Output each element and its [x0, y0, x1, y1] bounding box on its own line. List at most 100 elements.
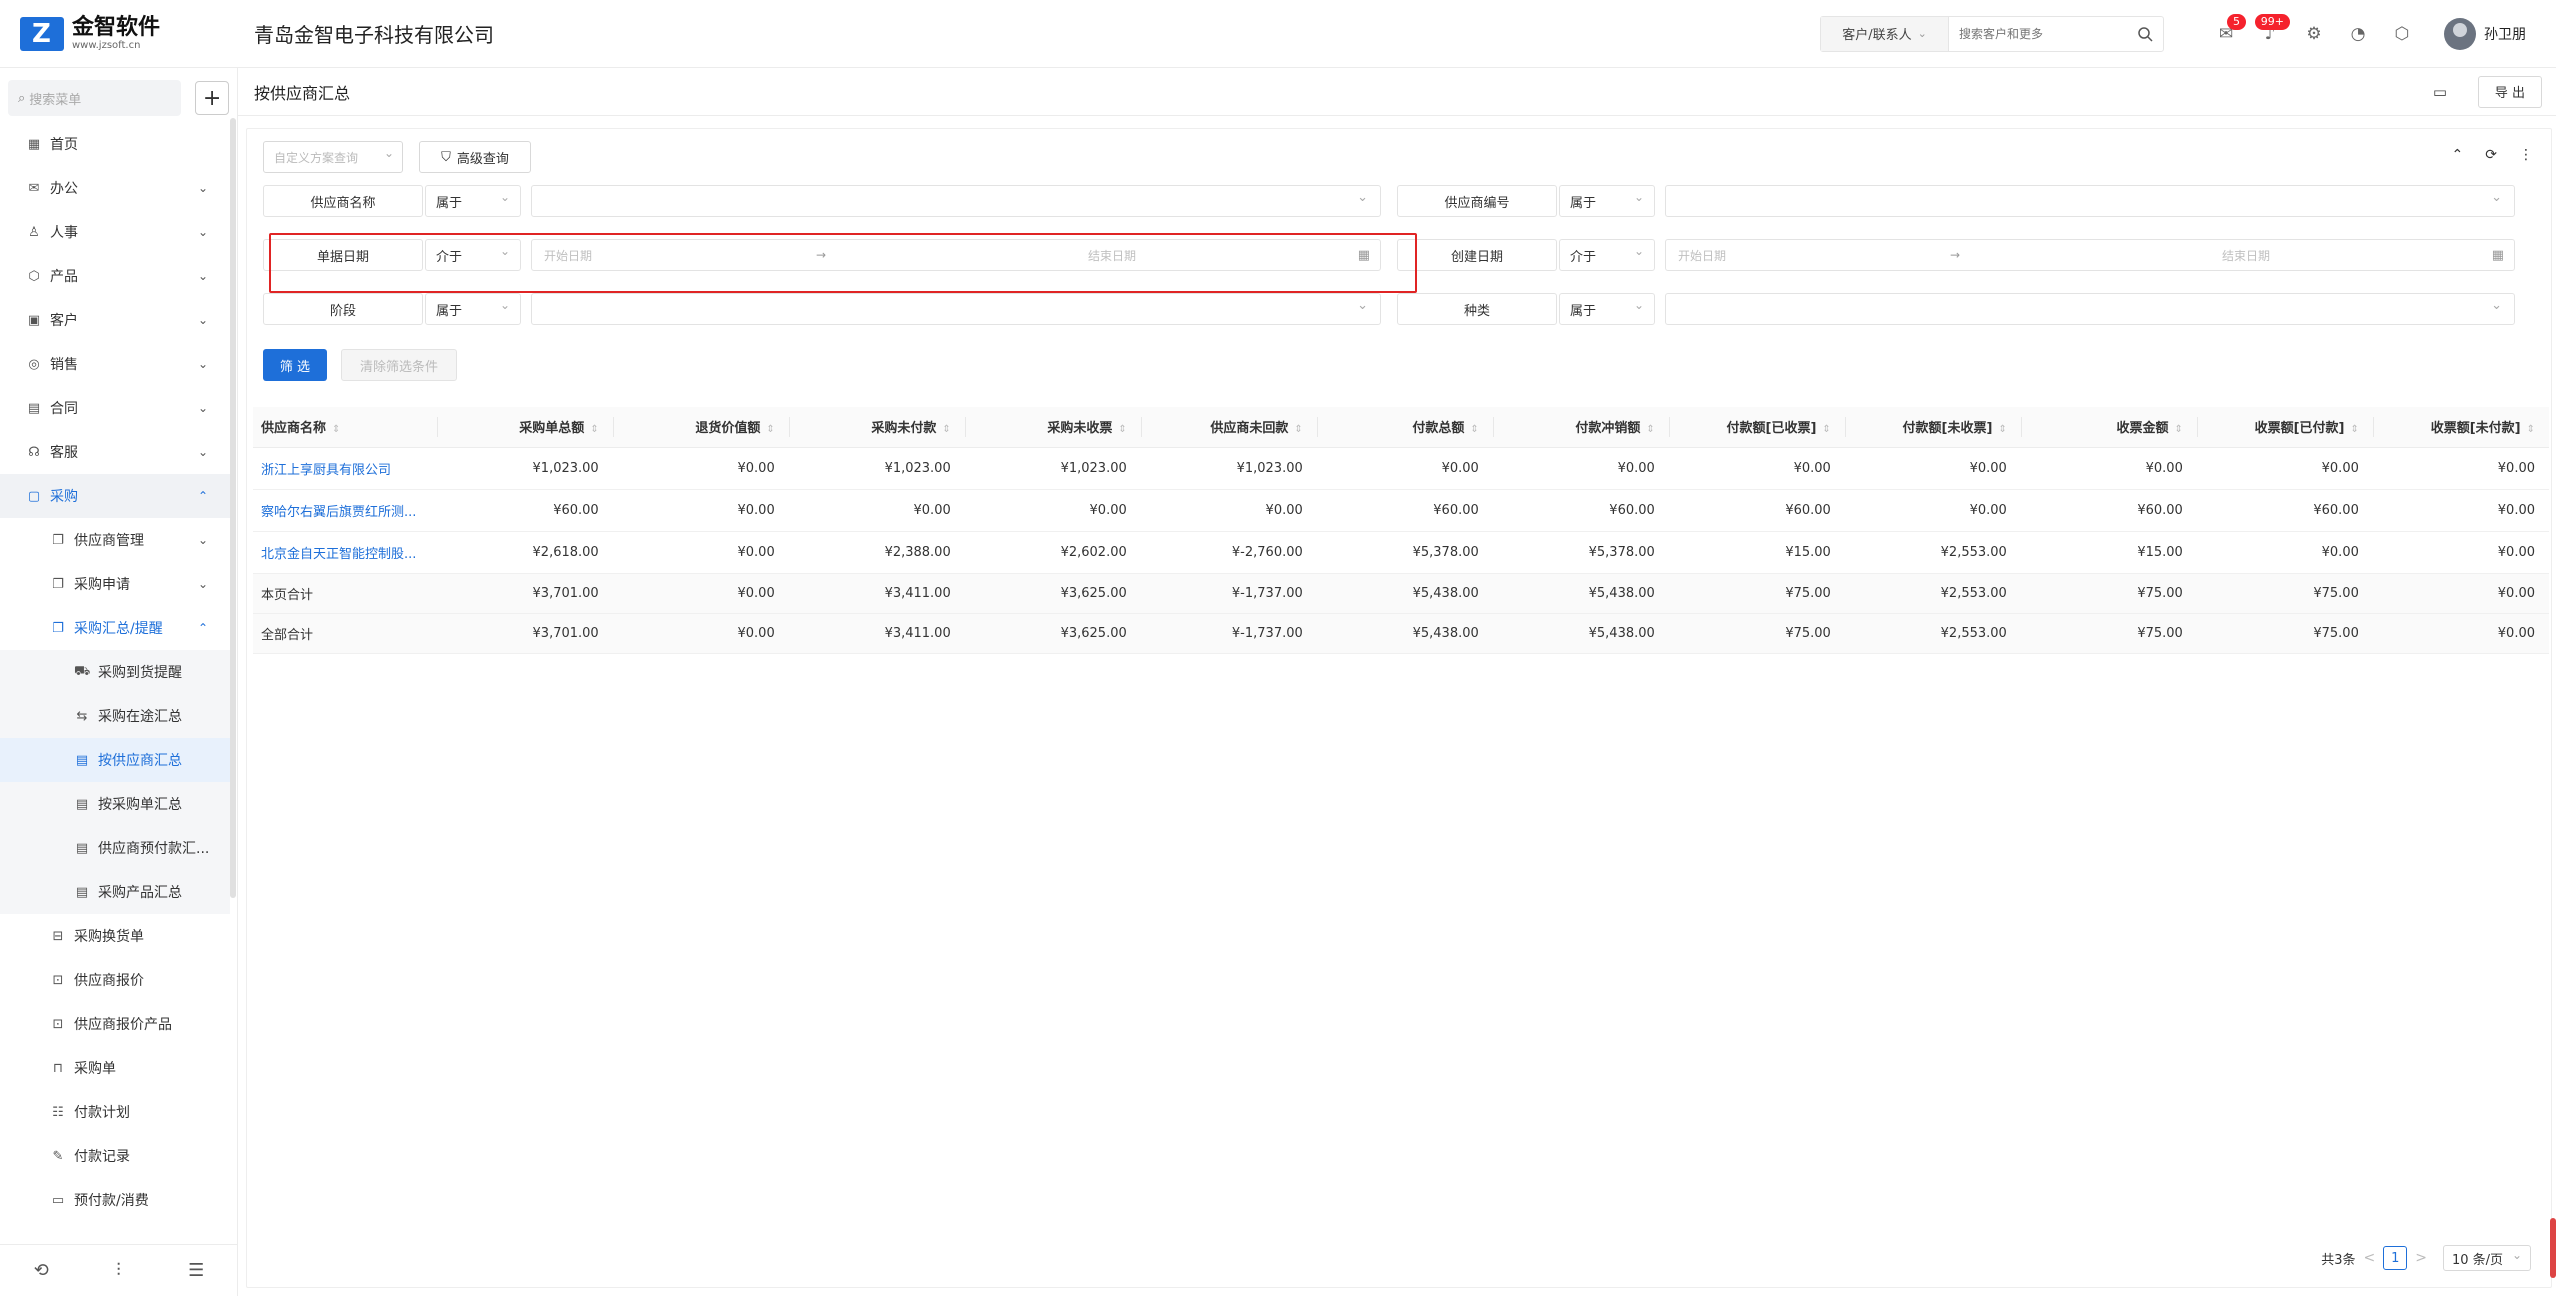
mail-icon[interactable]: ✉ 5	[2204, 12, 2248, 56]
column-divider[interactable]	[964, 417, 966, 437]
sidebar-item-supplier-mgmt[interactable]: ❐ 供应商管理 ⌄	[0, 518, 230, 562]
sidebar-item-home[interactable]: ▦ 首页	[0, 122, 230, 166]
sort-icon[interactable]: ⇕	[766, 424, 774, 435]
sidebar-item-prepayment[interactable]: ▭ 预付款/消费	[0, 1178, 230, 1222]
menu-search-input[interactable]: ⌕ 搜索菜单	[8, 80, 182, 116]
sidebar-item-supplier-quote[interactable]: ⊡ 供应商报价	[0, 958, 230, 1002]
gear-icon[interactable]: ⚙	[2292, 12, 2336, 56]
sidebar-item-in-transit[interactable]: ⇆ 采购在途汇总	[0, 694, 230, 738]
sidebar-item-by-supplier[interactable]: ▤ 按供应商汇总	[0, 738, 230, 782]
sidebar-item-purchase[interactable]: ▢ 采购 ⌃	[0, 474, 230, 518]
sidebar-item-product[interactable]: ⬡ 产品 ⌄	[0, 254, 230, 298]
clock-icon[interactable]: ◔	[2336, 12, 2380, 56]
page-1-button[interactable]: 1	[2383, 1246, 2408, 1270]
sort-icon[interactable]: ⇕	[1822, 424, 1830, 435]
column-divider[interactable]	[2196, 417, 2198, 437]
column-divider[interactable]	[612, 417, 614, 437]
create-date-start[interactable]: 开始日期	[1678, 247, 1726, 264]
bell-icon[interactable]: ♪ 99+	[2248, 12, 2292, 56]
user-menu[interactable]: 孙卫朋	[2444, 17, 2526, 50]
sort-icon[interactable]: ⇕	[2174, 424, 2182, 435]
create-date-end[interactable]: 结束日期	[2222, 247, 2270, 264]
clear-filter-button[interactable]: 清除筛选条件	[341, 349, 457, 381]
sidebar-item-quote-product[interactable]: ⊡ 供应商报价产品	[0, 1002, 230, 1046]
sidebar-item-payment-plan[interactable]: ☷ 付款计划	[0, 1090, 230, 1134]
column-header[interactable]: 退货价值额 ⇕	[612, 407, 789, 448]
scheme-select[interactable]: 自定义方案查询	[263, 141, 403, 173]
add-menu-button[interactable]: +	[195, 81, 229, 115]
column-header[interactable]: 供应商名称 ⇕	[253, 407, 437, 448]
global-search-input[interactable]	[1949, 16, 2127, 51]
sort-icon[interactable]: ⇕	[1998, 424, 2006, 435]
supplier-link[interactable]: 察哈尔右翼后旗贾红所测...	[253, 489, 437, 532]
filter-value-supplier-name[interactable]	[531, 185, 1381, 217]
sidebar-item-prepayment-summary[interactable]: ▤ 供应商预付款汇...	[0, 826, 230, 870]
sidebar-item-customer[interactable]: ▣ 客户 ⌄	[0, 298, 230, 342]
sort-icon[interactable]: ⇕	[1118, 424, 1126, 435]
filter-op-category[interactable]: 属于	[1559, 293, 1655, 325]
search-icon[interactable]	[2127, 17, 2163, 51]
sidebar-item-product-summary[interactable]: ▤ 采购产品汇总	[0, 870, 230, 914]
sidebar-item-purchase-summary[interactable]: ❐ 采购汇总/提醒 ⌃	[0, 606, 230, 650]
column-divider[interactable]	[1668, 417, 1670, 437]
column-header[interactable]: 付款额[未收票] ⇕	[1844, 407, 2021, 448]
filter-value-supplier-code[interactable]	[1665, 185, 2515, 217]
column-header[interactable]: 付款总额 ⇕	[1316, 407, 1493, 448]
sidebar-item-exchange[interactable]: ⊟ 采购换货单	[0, 914, 230, 958]
sidebar-item-office[interactable]: ✉ 办公 ⌄	[0, 166, 230, 210]
settings-sliders-icon[interactable]: ⫶	[116, 1260, 121, 1281]
sort-icon[interactable]: ⇕	[1646, 424, 1654, 435]
sidebar-item-hr[interactable]: ♙ 人事 ⌄	[0, 210, 230, 254]
sort-icon[interactable]: ⇕	[332, 424, 340, 435]
filter-op-create-date[interactable]: 介于	[1559, 239, 1655, 271]
refresh-icon[interactable]: ⟳	[2485, 147, 2497, 163]
collapse-icon[interactable]: ⌃	[2452, 147, 2464, 163]
filter-op-supplier-name[interactable]: 属于	[425, 185, 521, 217]
sidebar-item-service[interactable]: ☊ 客服 ⌄	[0, 430, 230, 474]
column-divider[interactable]	[1492, 417, 1494, 437]
print-icon[interactable]: ▭	[2420, 76, 2460, 108]
column-header[interactable]: 采购未收票 ⇕	[964, 407, 1141, 448]
column-divider[interactable]	[2372, 417, 2374, 437]
sort-icon[interactable]: ⇕	[1294, 424, 1302, 435]
collapse-menu-icon[interactable]: ☰	[188, 1260, 204, 1281]
filter-value-category[interactable]	[1665, 293, 2515, 325]
search-type-select[interactable]: 客户/联系人 ⌄	[1821, 16, 1949, 51]
sidebar-item-by-order[interactable]: ▤ 按采购单汇总	[0, 782, 230, 826]
advanced-query-button[interactable]: ⛉ 高级查询	[419, 141, 531, 173]
column-header[interactable]: 供应商未回款 ⇕	[1140, 407, 1317, 448]
filter-op-stage[interactable]: 属于	[425, 293, 521, 325]
sort-icon[interactable]: ⇕	[2527, 424, 2535, 435]
right-scroll-indicator[interactable]	[2550, 1218, 2556, 1278]
column-divider[interactable]	[2020, 417, 2022, 437]
column-header[interactable]: 收票金额 ⇕	[2020, 407, 2197, 448]
column-header[interactable]: 收票额[未付款] ⇕	[2372, 407, 2549, 448]
filter-button[interactable]: 筛 选	[263, 349, 327, 381]
column-divider[interactable]	[1140, 417, 1142, 437]
prev-page-icon[interactable]: <	[2364, 1250, 2376, 1266]
page-size-select[interactable]: 10 条/页	[2443, 1245, 2531, 1271]
export-button[interactable]: 导 出	[2478, 75, 2542, 108]
sort-icon[interactable]: ⇕	[942, 424, 950, 435]
column-header[interactable]: 付款冲销额 ⇕	[1492, 407, 1669, 448]
create-date-range-picker[interactable]: 开始日期 → 结束日期 ▦	[1665, 239, 2515, 271]
filter-value-stage[interactable]	[531, 293, 1381, 325]
history-icon[interactable]: ⟲	[34, 1260, 49, 1281]
sort-icon[interactable]: ⇕	[1470, 424, 1478, 435]
sidebar-item-purchase-order[interactable]: ⊓ 采购单	[0, 1046, 230, 1090]
filter-op-supplier-code[interactable]: 属于	[1559, 185, 1655, 217]
column-header[interactable]: 采购未付款 ⇕	[788, 407, 965, 448]
sidebar-item-sales[interactable]: ◎ 销售 ⌄	[0, 342, 230, 386]
sort-icon[interactable]: ⇕	[590, 424, 598, 435]
column-header[interactable]: 收票额[已付款] ⇕	[2196, 407, 2373, 448]
shield-icon[interactable]: ⬡	[2380, 12, 2424, 56]
sidebar-scrollbar[interactable]	[230, 118, 236, 898]
sidebar-item-payment-record[interactable]: ✎ 付款记录	[0, 1134, 230, 1178]
column-header[interactable]: 付款额[已收票] ⇕	[1668, 407, 1845, 448]
more-vertical-icon[interactable]: ⋮	[2519, 147, 2533, 163]
supplier-link[interactable]: 北京金自天正智能控制股...	[253, 531, 437, 574]
column-divider[interactable]	[788, 417, 790, 437]
sidebar-item-arrival-reminder[interactable]: ⛟ 采购到货提醒	[0, 650, 230, 694]
column-divider[interactable]	[436, 417, 438, 437]
column-divider[interactable]	[1844, 417, 1846, 437]
